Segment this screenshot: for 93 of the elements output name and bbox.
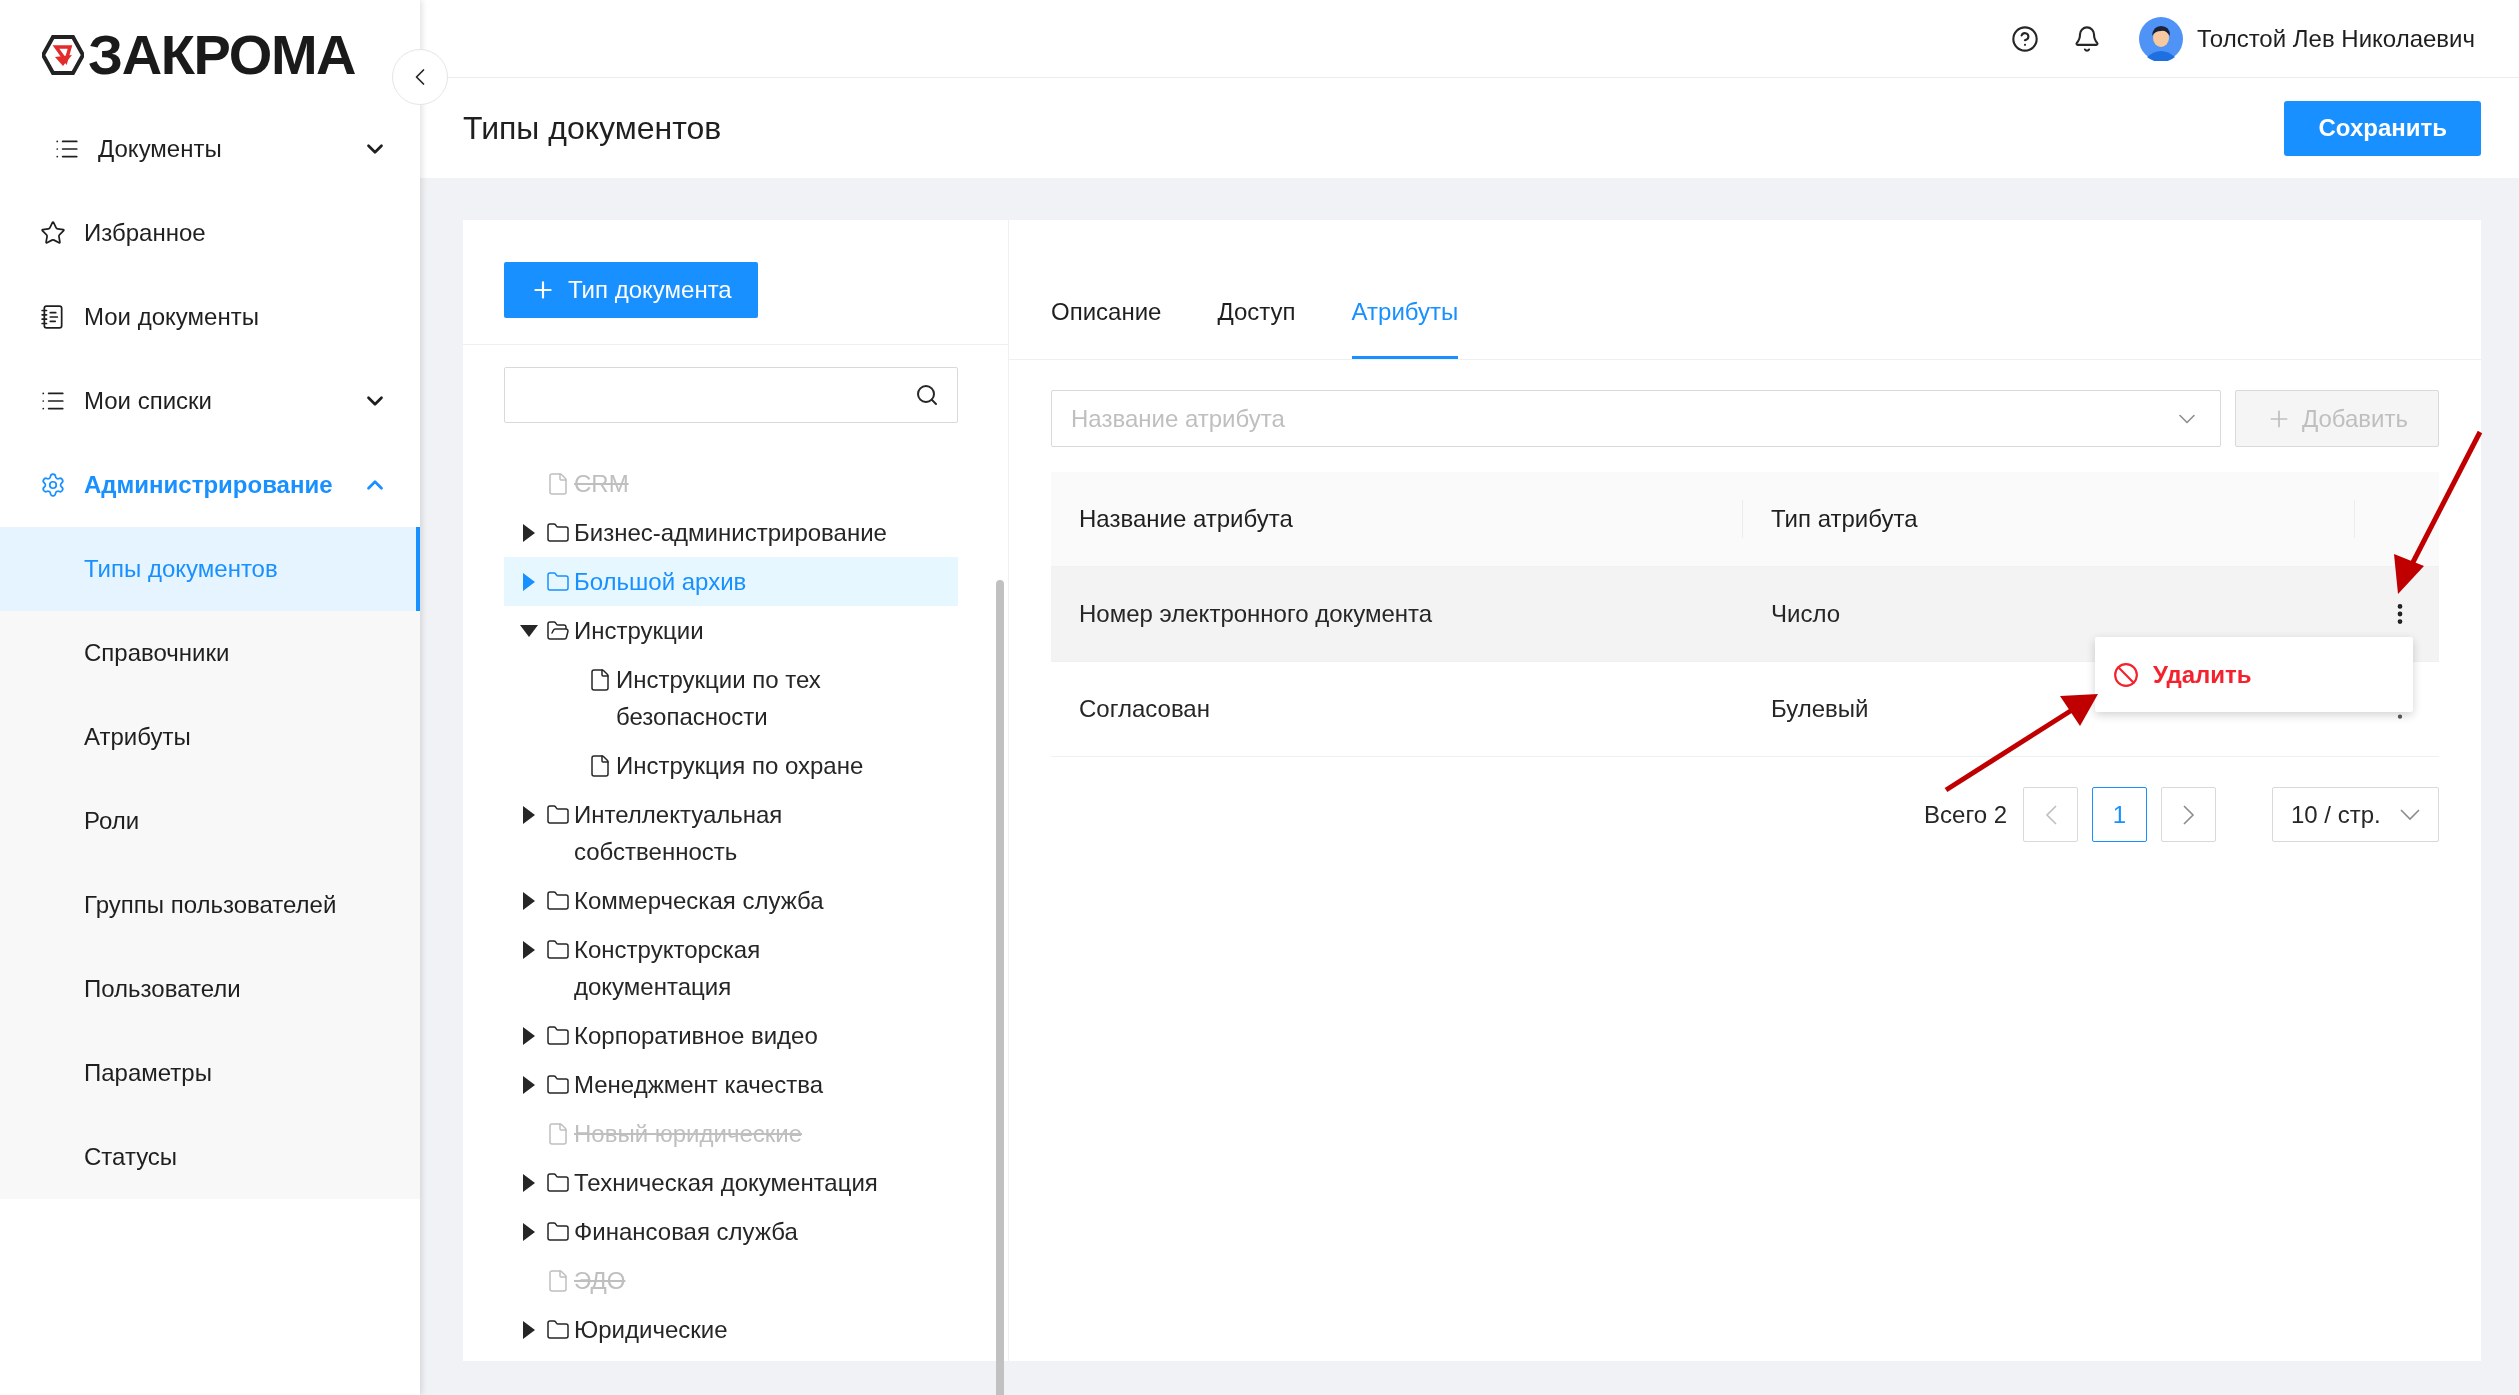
tree-node[interactable]: Инструкция по охране bbox=[504, 741, 958, 790]
tree-node[interactable]: Бизнес-администрирование bbox=[504, 508, 958, 557]
tree-node-label: Финансовая служба bbox=[574, 1217, 798, 1247]
chevron-left-icon bbox=[2044, 804, 2057, 825]
caret-right-icon[interactable] bbox=[523, 1320, 535, 1339]
caret-right-icon[interactable] bbox=[523, 1222, 535, 1241]
tree-node[interactable]: Коммерческая служба bbox=[504, 876, 958, 925]
caret-right-icon[interactable] bbox=[523, 1026, 535, 1045]
page-size-select[interactable]: 10 / стр. bbox=[2272, 787, 2439, 842]
avatar-icon bbox=[2139, 16, 2184, 61]
search-icon[interactable] bbox=[915, 383, 939, 407]
tree-node-label: ЭДО bbox=[574, 1266, 626, 1296]
folder-icon bbox=[546, 569, 570, 594]
tab[interactable]: Описание bbox=[1051, 294, 1162, 359]
star-icon bbox=[40, 220, 66, 246]
table-cell-text: Номер электронного документа bbox=[1078, 600, 1433, 627]
submenu-item[interactable]: Группы пользователей bbox=[0, 863, 420, 947]
tree-node[interactable]: Менеджмент качества bbox=[504, 1060, 958, 1109]
tree-node-label: Бизнес-администрирование bbox=[574, 518, 887, 548]
logo-text: ЗАКРОМА bbox=[88, 27, 356, 83]
sidebar-item[interactable]: Документы bbox=[0, 107, 420, 191]
submenu-item[interactable]: Статусы bbox=[0, 1115, 420, 1199]
ban-icon bbox=[2113, 661, 2139, 688]
tree-node[interactable]: Финансовая служба bbox=[504, 1207, 958, 1256]
total-count: Всего 2 bbox=[1924, 799, 2007, 830]
tree-node-label: Новый юридические bbox=[574, 1119, 803, 1149]
tree-node-label: Инструкция по охране bbox=[616, 751, 864, 781]
gear-icon bbox=[40, 472, 66, 498]
tree-node-label: Менеджмент качества bbox=[574, 1070, 824, 1100]
caret-right-icon[interactable] bbox=[523, 1173, 535, 1192]
folder-icon bbox=[546, 937, 570, 962]
file-icon bbox=[546, 1268, 570, 1293]
chevron-down-icon bbox=[2400, 808, 2420, 821]
sidebar-item[interactable]: Мои списки bbox=[0, 359, 420, 443]
folder-icon bbox=[546, 1219, 570, 1244]
table-cell-text: Согласован bbox=[1078, 695, 1210, 722]
tree-node-label: Корпоративное видео bbox=[574, 1021, 818, 1051]
caret-right-icon[interactable] bbox=[523, 1075, 535, 1094]
submenu-item[interactable]: Параметры bbox=[0, 1031, 420, 1115]
bell-icon[interactable] bbox=[2073, 24, 2102, 53]
table-cell-text: Булевый bbox=[1770, 695, 1869, 722]
submenu-item[interactable]: Роли bbox=[0, 779, 420, 863]
tree-node-label: Инструкции по тех безопасности bbox=[616, 665, 822, 732]
folder-icon bbox=[546, 1023, 570, 1048]
logo-icon bbox=[42, 35, 84, 75]
file-icon bbox=[546, 471, 570, 496]
file-icon bbox=[588, 667, 612, 692]
sidebar-item[interactable]: Мои документы bbox=[0, 275, 420, 359]
tree-node-label: Коммерческая служба bbox=[574, 886, 824, 916]
tree-node[interactable]: Корпоративное видео bbox=[504, 1011, 958, 1060]
tree-node-label: Конструкторская документация bbox=[574, 935, 762, 1002]
column-header: Название атрибута bbox=[1078, 504, 1293, 534]
tree-node-label: CRM bbox=[574, 469, 629, 499]
caret-right-icon[interactable] bbox=[523, 805, 535, 824]
folder-icon bbox=[546, 802, 570, 827]
chevron-right-icon bbox=[2182, 804, 2195, 825]
tree-node[interactable]: Интеллектуальная собственность bbox=[504, 790, 958, 876]
sidebar-item[interactable]: Избранное bbox=[0, 191, 420, 275]
submenu-item[interactable]: Справочники bbox=[0, 611, 420, 695]
file-icon bbox=[546, 1121, 570, 1146]
folder-icon bbox=[546, 1072, 570, 1097]
file-icon bbox=[588, 753, 612, 778]
caret-right-icon[interactable] bbox=[523, 891, 535, 910]
tree-node[interactable]: Инструкции bbox=[504, 606, 958, 655]
tree-node-label: Большой архив bbox=[574, 567, 747, 597]
folder-icon bbox=[546, 1317, 570, 1342]
scrollbar[interactable] bbox=[996, 580, 1004, 1395]
user-name[interactable]: Толстой Лев Николаевич bbox=[2197, 20, 2475, 57]
tree-node-label: Инструкции bbox=[574, 616, 704, 646]
tree-node[interactable]: Техническая документация bbox=[504, 1158, 958, 1207]
tree-node[interactable]: Инструкции по тех безопасности bbox=[504, 655, 958, 741]
caret-down-icon[interactable] bbox=[520, 624, 538, 637]
table-cell-text: Число bbox=[1770, 600, 1841, 627]
folder-icon bbox=[546, 520, 570, 545]
tab[interactable]: Доступ bbox=[1217, 294, 1296, 359]
tree-node-label: Интеллектуальная собственность bbox=[574, 800, 784, 867]
folder-icon bbox=[546, 1170, 570, 1195]
submenu-item[interactable]: Атрибуты bbox=[0, 695, 420, 779]
tree-node-label: Техническая документация bbox=[574, 1168, 878, 1198]
help-icon[interactable] bbox=[2011, 24, 2040, 53]
page-title: Типы документов bbox=[463, 109, 722, 148]
document-icon bbox=[40, 304, 66, 330]
caret-right-icon[interactable] bbox=[523, 523, 535, 542]
open-folder-icon bbox=[546, 618, 570, 643]
tree-node[interactable]: Конструкторская документация bbox=[504, 925, 958, 1011]
submenu-item[interactable]: Пользователи bbox=[0, 947, 420, 1031]
folder-icon bbox=[546, 888, 570, 913]
search-field[interactable] bbox=[504, 367, 958, 423]
column-header: Тип атрибута bbox=[1770, 504, 1918, 534]
caret-right-icon[interactable] bbox=[523, 940, 535, 959]
table-row[interactable]: Номер электронного документа Число bbox=[1051, 567, 2439, 662]
tree-node[interactable]: Юридические bbox=[504, 1305, 958, 1354]
tree-node-label: Юридические bbox=[574, 1315, 728, 1345]
